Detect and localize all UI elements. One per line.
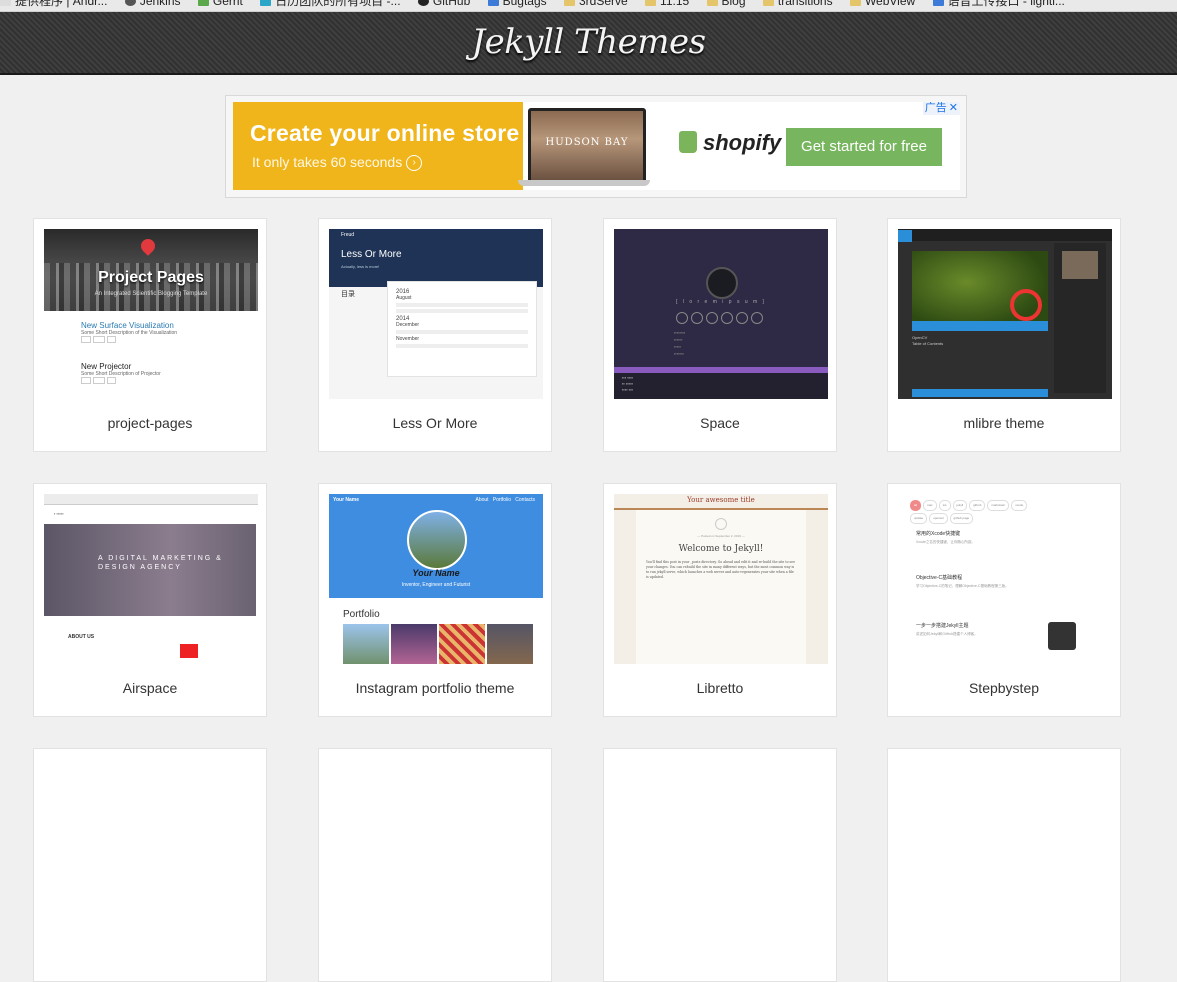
theme-thumbnail[interactable]: ▪ ▪▪▪▪▪ A DIGITAL MARKETING & DESIGN AGE… [44,494,258,664]
folder-icon [645,0,657,6]
ad-content[interactable]: Create your online store It only takes 6… [233,102,960,190]
theme-card[interactable] [318,748,552,982]
theme-name[interactable]: Libretto [604,680,836,696]
avatar [706,267,738,299]
theme-card[interactable]: Your Name About Portfolio Contacts Your … [318,483,552,717]
bookmark-folder[interactable]: 11.15 [645,0,689,7]
theme-card[interactable]: Project Pages An Integrated Scientific B… [33,218,267,452]
folder-icon [706,0,718,6]
map-pin-icon [138,236,158,256]
ad-promo-panel[interactable]: Create your online store It only takes 6… [233,102,523,190]
ad-badge[interactable]: 广告 ✕ [922,102,960,115]
bookmark-item[interactable]: GitHub [417,0,470,7]
avatar [407,510,467,570]
theme-card[interactable]: ▪ ▪▪▪▪▪ A DIGITAL MARKETING & DESIGN AGE… [33,483,267,717]
github-icon [417,0,429,6]
bookmark-folder[interactable]: WebView [849,0,915,7]
page-icon [932,0,944,6]
bookmark-item[interactable]: 提供程序 | Andr... [0,0,107,7]
theme-thumbnail[interactable]: all mac ios jekyll github markdown xcode updat… [898,494,1112,664]
gerrit-icon [197,0,209,6]
shopify-logo: shopify [679,130,781,156]
laptop-image: HUDSON BAY [518,106,650,188]
folder-icon [563,0,575,6]
theme-name[interactable]: project-pages [34,415,266,431]
bookmark-folder[interactable]: Blog [706,0,746,7]
theme-thumbnail[interactable]: Project Pages An Integrated Scientific B… [44,229,258,399]
theme-name[interactable]: Stepbystep [888,680,1120,696]
octocat-icon [1048,622,1076,650]
theme-name[interactable]: mlibre theme [888,415,1120,431]
theme-name[interactable]: Less Or More [319,415,551,431]
bookmark-item[interactable]: 语音上传接口 - lighti... [932,0,1065,7]
theme-name[interactable]: Instagram portfolio theme [319,680,551,696]
bookmark-item[interactable]: Gerrit [197,0,243,7]
site-title[interactable]: Jekyll Themes [471,22,706,62]
ad-banner[interactable]: Create your online store It only takes 6… [225,95,967,198]
close-icon[interactable]: ✕ [949,102,958,115]
jenkins-icon [124,0,136,6]
site-header: Jekyll Themes [0,12,1177,75]
bookmark-folder[interactable]: transitions [762,0,833,7]
theme-card[interactable]: OpenCV Table of Contents mlibre theme [887,218,1121,452]
theme-thumbnail[interactable]: OpenCV Table of Contents [898,229,1112,399]
theme-card[interactable] [887,748,1121,982]
bookmark-item[interactable]: Bugtags [487,0,547,7]
project-icon [260,0,272,6]
theme-card[interactable]: Your awesome title — Posted on September… [603,483,837,717]
bookmarks-bar: 提供程序 | Andr... Jenkins Gerrit 日历团队的所有项目 … [0,0,1177,12]
theme-thumbnail[interactable]: Freud Less Or More Actually, less is mor… [329,229,543,399]
bookmark-item[interactable]: Jenkins [124,0,181,7]
theme-thumbnail[interactable]: [ l o r e m i p s u m ] ▪▪▪▪▪▪▪▪ ▪▪▪▪▪▪ ▪▪… [614,229,828,399]
theme-thumbnail[interactable]: Your Name About Portfolio Contacts Your … [329,494,543,664]
bookmark-folder[interactable]: 3rdServe [563,0,628,7]
chevron-circle-icon: › [406,155,423,172]
theme-card[interactable]: all mac ios jekyll github markdown xcode updat… [887,483,1121,717]
get-started-button[interactable]: Get started for free [786,128,942,166]
theme-card[interactable] [33,748,267,982]
theme-name[interactable]: Airspace [34,680,266,696]
theme-card[interactable]: [ l o r e m i p s u m ] ▪▪▪▪▪▪▪▪ ▪▪▪▪▪▪ ▪▪… [603,218,837,452]
theme-card[interactable]: Freud Less Or More Actually, less is mor… [318,218,552,452]
theme-thumbnail[interactable]: Your awesome title — Posted on September… [614,494,828,664]
ad-subline: It only takes 60 seconds › [252,154,423,172]
ad-headline: Create your online store [250,120,520,146]
theme-card[interactable] [603,748,837,982]
bugtags-icon [487,0,499,6]
folder-icon [762,0,774,6]
post-icon [715,518,727,530]
laptop-screen-text: HUDSON BAY [545,137,629,148]
theme-name[interactable]: Space [604,415,836,431]
bookmark-item[interactable]: 日历团队的所有项目 -... [260,0,401,7]
folder-icon [849,0,861,6]
page-icon [0,0,11,6]
avatar [1062,251,1098,279]
shopping-bag-icon [679,131,697,154]
